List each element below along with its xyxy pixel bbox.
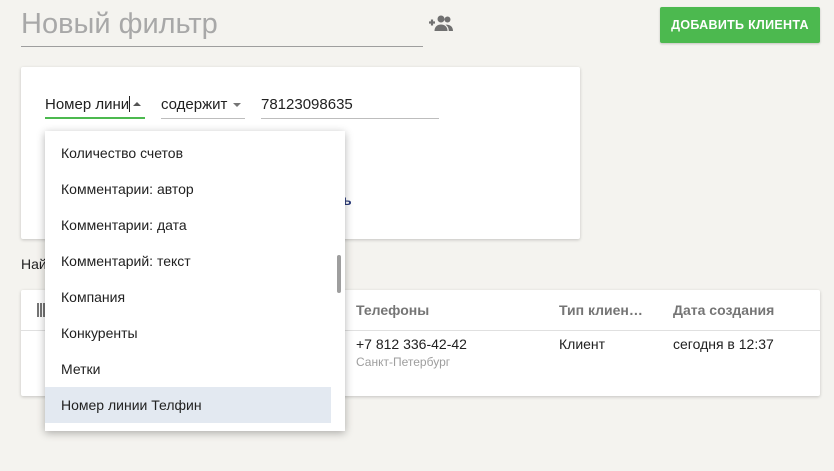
dropdown-scrollbar[interactable] (337, 255, 341, 293)
row-created: сегодня в 12:37 (673, 336, 774, 352)
dropdown-item-comments-date[interactable]: Комментарии: дата (45, 207, 331, 243)
header-created[interactable]: Дата создания (673, 302, 774, 318)
column-settings-icon[interactable] (37, 303, 45, 317)
filter-operator-select[interactable]: содержит (161, 91, 245, 119)
filter-field-value: Номер лини (45, 96, 130, 113)
dropdown-item-comments-author[interactable]: Комментарии: автор (45, 171, 331, 207)
filter-value-input[interactable]: 78123098635 (261, 91, 439, 119)
filter-field-select[interactable]: Номер лини (45, 91, 145, 119)
header-phones[interactable]: Телефоны (356, 302, 429, 318)
field-dropdown-menu: Количество счетов Комментарии: автор Ком… (45, 131, 345, 431)
row-phone: +7 812 336-42-42 (356, 336, 467, 352)
header-client-type[interactable]: Тип клиен… (559, 302, 643, 318)
row-city: Санкт-Петербург (356, 355, 451, 369)
dropdown-item-line-number[interactable]: Номер линии Телфин (45, 387, 331, 423)
dropdown-item-company[interactable]: Компания (45, 279, 331, 315)
filter-operator-value: содержит (161, 96, 228, 113)
filter-title-placeholder: Новый фильтр (21, 8, 218, 40)
dropdown-item-competitors[interactable]: Конкуренты (45, 315, 331, 351)
caret-up-icon (133, 102, 141, 106)
add-client-button[interactable]: ДОБАВИТЬ КЛИЕНТА (660, 7, 820, 43)
dropdown-item-tags[interactable]: Метки (45, 351, 331, 387)
results-count-text: Най (21, 256, 47, 272)
person-add-icon[interactable] (428, 13, 454, 35)
filter-value-text: 78123098635 (261, 96, 353, 113)
dropdown-item-accounts-count[interactable]: Количество счетов (45, 135, 331, 171)
row-client-type: Клиент (559, 336, 606, 352)
filter-title-input[interactable]: Новый фильтр (21, 4, 423, 47)
dropdown-item-comment-text[interactable]: Комментарий: текст (45, 243, 331, 279)
text-cursor (129, 96, 131, 112)
caret-down-icon (233, 103, 241, 107)
